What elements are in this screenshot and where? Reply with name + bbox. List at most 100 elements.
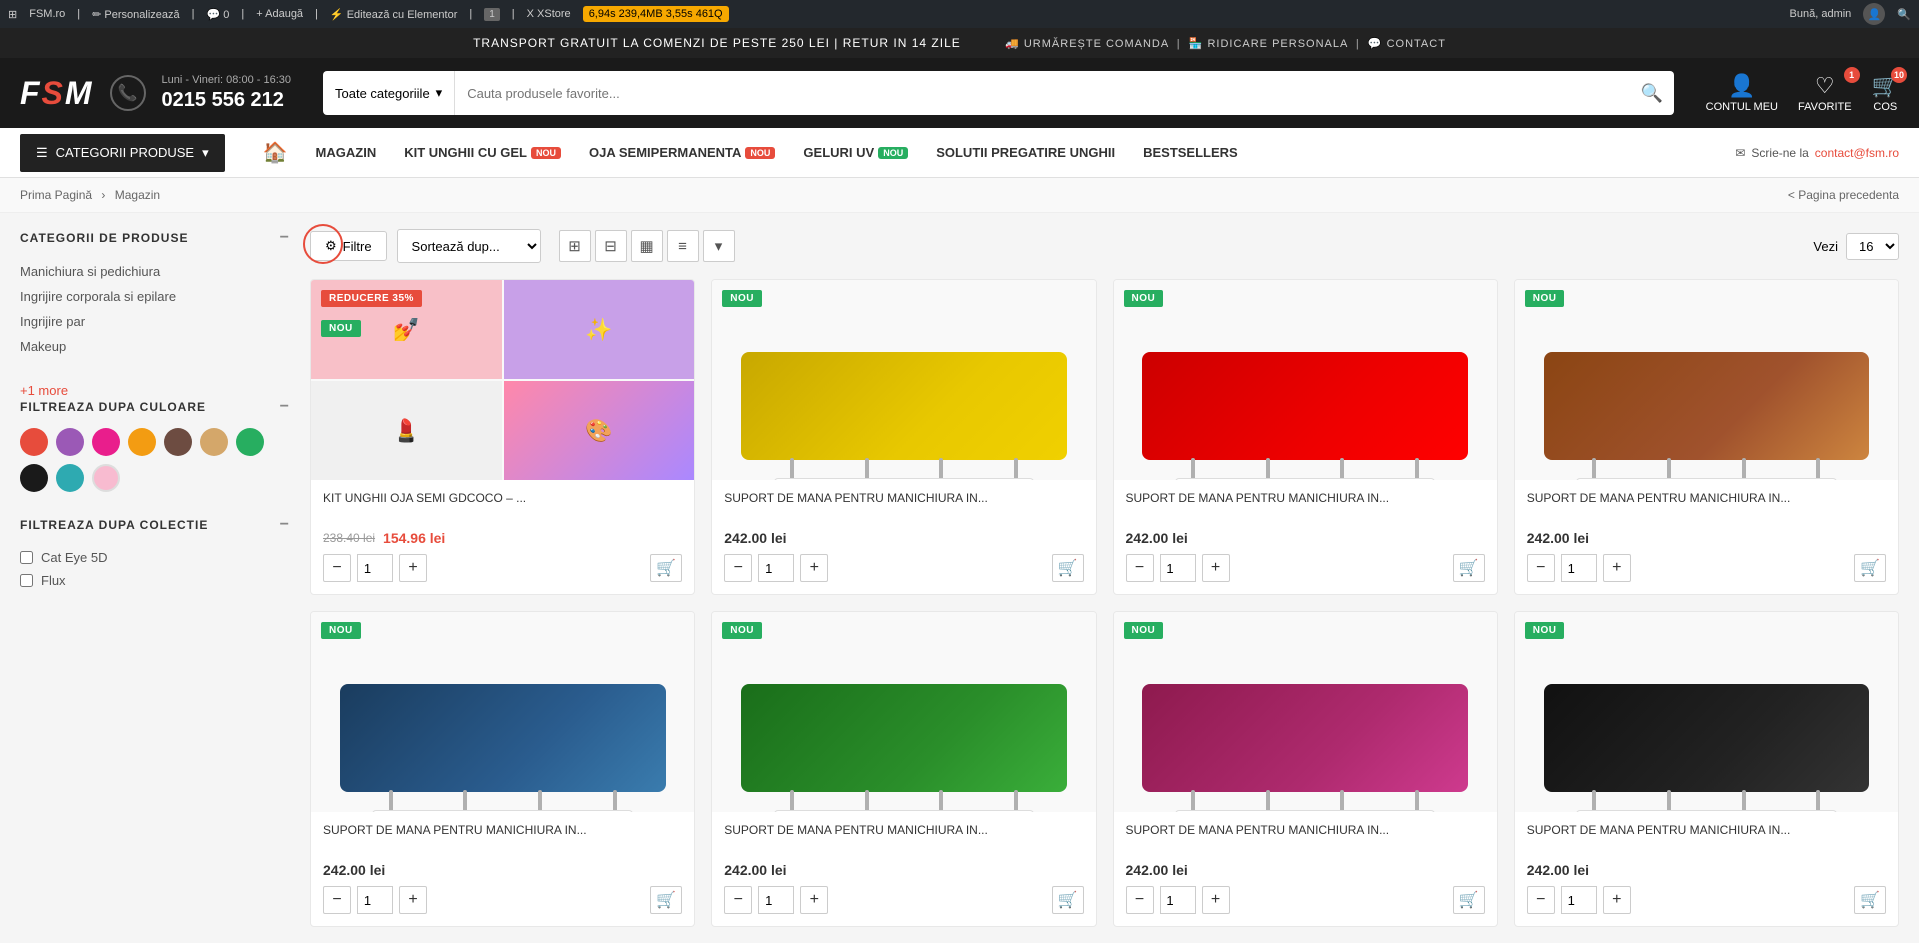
admin-fsm-link[interactable]: FSM.ro [29, 8, 65, 20]
color-teal[interactable] [56, 464, 84, 492]
categories-toggle[interactable]: − [280, 229, 290, 247]
qty-input-6[interactable] [758, 886, 794, 914]
sidebar-item-manichiura[interactable]: Manichiura si pedichiura [20, 259, 290, 284]
qty-plus-5[interactable]: + [399, 886, 427, 914]
admin-search-icon[interactable]: 🔍 [1897, 8, 1911, 21]
qty-input-2[interactable] [758, 554, 794, 582]
color-red[interactable] [20, 428, 48, 456]
qty-minus-3[interactable]: − [1126, 554, 1154, 582]
admin-badge1[interactable]: 1 [484, 8, 500, 21]
nav-magazin[interactable]: MAGAZIN [302, 128, 391, 178]
color-purple[interactable] [56, 428, 84, 456]
pickup-link[interactable]: RIDICARE PERSONALA [1207, 38, 1347, 50]
favorites-button[interactable]: ♡ 1 FAVORITE [1798, 73, 1852, 113]
product-card-6[interactable]: NOU SUPORT DE MANA PENTRU MANICHIURA IN.… [711, 611, 1096, 927]
qty-plus-3[interactable]: + [1202, 554, 1230, 582]
qty-minus-7[interactable]: − [1126, 886, 1154, 914]
qty-input-5[interactable] [357, 886, 393, 914]
nav-solutii[interactable]: SOLUTII PREGATIRE UNGHII [922, 128, 1129, 178]
add-to-cart-2[interactable]: 🛒 [1052, 554, 1084, 582]
collection-flux-checkbox[interactable] [20, 574, 33, 587]
qty-minus-1[interactable]: − [323, 554, 351, 582]
color-toggle[interactable]: − [280, 398, 290, 416]
search-button[interactable]: 🔍 [1630, 71, 1674, 115]
phone-icon[interactable]: 📞 [110, 75, 146, 111]
admin-comments[interactable]: 💬 0 [207, 8, 230, 21]
qty-plus-4[interactable]: + [1603, 554, 1631, 582]
collection-toggle[interactable]: − [280, 516, 290, 534]
nav-kit-unghii[interactable]: KIT UNGHII CU GEL NOU [390, 128, 575, 178]
admin-user-avatar[interactable]: 👤 [1863, 3, 1885, 25]
color-orange[interactable] [128, 428, 156, 456]
collection-cat-eye-checkbox[interactable] [20, 551, 33, 564]
qty-plus-6[interactable]: + [800, 886, 828, 914]
color-pink[interactable] [92, 428, 120, 456]
logo[interactable]: FSM [20, 75, 94, 112]
admin-personalize[interactable]: ✏ Personalizează [92, 8, 180, 21]
contact-link[interactable]: CONTACT [1387, 38, 1446, 50]
view-grid-3[interactable]: ⊟ [595, 230, 627, 262]
color-lightpink[interactable] [92, 464, 120, 492]
add-to-cart-3[interactable]: 🛒 [1453, 554, 1485, 582]
categories-button[interactable]: ☰ CATEGORII PRODUSE ▾ [20, 134, 225, 172]
qty-input-1[interactable] [357, 554, 393, 582]
add-to-cart-1[interactable]: 🛒 [650, 554, 682, 582]
sidebar-item-makeup[interactable]: Makeup [20, 334, 290, 359]
sidebar-item-ingrijire-corp[interactable]: Ingrijire corporala si epilare [20, 284, 290, 309]
color-green[interactable] [236, 428, 264, 456]
collection-cat-eye[interactable]: Cat Eye 5D [20, 546, 290, 569]
qty-minus-8[interactable]: − [1527, 886, 1555, 914]
nav-geluri[interactable]: GELURI UV NOU [789, 128, 922, 178]
search-input[interactable] [455, 71, 1629, 115]
qty-minus-6[interactable]: − [724, 886, 752, 914]
color-black[interactable] [20, 464, 48, 492]
product-card-8[interactable]: NOU SUPORT DE MANA PENTRU MANICHIURA IN.… [1514, 611, 1899, 927]
filter-button[interactable]: ⚙ Filtre [310, 231, 387, 261]
collection-flux[interactable]: Flux [20, 569, 290, 592]
color-beige[interactable] [200, 428, 228, 456]
product-card-5[interactable]: NOU SUPORT DE MANA PENTRU MANICHIURA IN.… [310, 611, 695, 927]
account-button[interactable]: 👤 CONTUL MEU [1706, 73, 1778, 113]
search-category-select[interactable]: Toate categoriile ▾ [323, 71, 455, 115]
nav-oja[interactable]: OJA SEMIPERMANENTA NOU [575, 128, 789, 178]
qty-minus-2[interactable]: − [724, 554, 752, 582]
qty-input-8[interactable] [1561, 886, 1597, 914]
view-grid-2[interactable]: ▦ [631, 230, 663, 262]
product-card-1[interactable]: 💅 ✨ 💄 🎨 REDUCERE 35% NOU KIT UNGHII OJA … [310, 279, 695, 595]
add-to-cart-6[interactable]: 🛒 [1052, 886, 1084, 914]
sidebar-more-link[interactable]: +1 more [20, 383, 290, 398]
breadcrumb-home[interactable]: Prima Pagină [20, 188, 92, 202]
product-card-4[interactable]: NOU SUPORT DE MANA PENTRU MANICHIURA IN.… [1514, 279, 1899, 595]
per-page-select[interactable]: 16 8 12 24 32 [1846, 233, 1899, 260]
color-brown[interactable] [164, 428, 192, 456]
add-to-cart-8[interactable]: 🛒 [1854, 886, 1886, 914]
qty-plus-7[interactable]: + [1202, 886, 1230, 914]
qty-input-3[interactable] [1160, 554, 1196, 582]
qty-minus-5[interactable]: − [323, 886, 351, 914]
qty-input-4[interactable] [1561, 554, 1597, 582]
add-to-cart-7[interactable]: 🛒 [1453, 886, 1485, 914]
view-grid-4[interactable]: ⊞ [559, 230, 591, 262]
qty-plus-1[interactable]: + [399, 554, 427, 582]
track-order-link[interactable]: URMĂREȘTE COMANDA [1024, 38, 1169, 50]
sidebar-item-ingrijire-par[interactable]: Ingrijire par [20, 309, 290, 334]
admin-wp-icon[interactable]: ⊞ [8, 8, 17, 21]
admin-elementor[interactable]: ⚡ Editează cu Elementor [330, 8, 457, 21]
add-to-cart-5[interactable]: 🛒 [650, 886, 682, 914]
admin-xstore[interactable]: X XStore [527, 8, 571, 20]
qty-plus-8[interactable]: + [1603, 886, 1631, 914]
add-to-cart-4[interactable]: 🛒 [1854, 554, 1886, 582]
admin-add[interactable]: + Adaugă [256, 8, 303, 20]
nav-home[interactable]: 🏠 [249, 128, 302, 178]
view-more-options[interactable]: ▾ [703, 230, 735, 262]
product-card-7[interactable]: NOU SUPORT DE MANA PENTRU MANICHIURA IN.… [1113, 611, 1498, 927]
qty-input-7[interactable] [1160, 886, 1196, 914]
product-card-3[interactable]: NOU SUPORT DE MANA PENTRU MANICHIURA IN.… [1113, 279, 1498, 595]
product-card-2[interactable]: NOU SUPORT DE MANA PENTRU MANICHIURA IN.… [711, 279, 1096, 595]
contact-email-link[interactable]: contact@fsm.ro [1815, 146, 1899, 160]
qty-plus-2[interactable]: + [800, 554, 828, 582]
sort-select[interactable]: Sortează dup... Preț crescător Preț desc… [397, 229, 541, 263]
cart-button[interactable]: 🛒 10 COS [1872, 73, 1899, 113]
prev-page-link[interactable]: < Pagina precedenta [1788, 188, 1899, 202]
qty-minus-4[interactable]: − [1527, 554, 1555, 582]
